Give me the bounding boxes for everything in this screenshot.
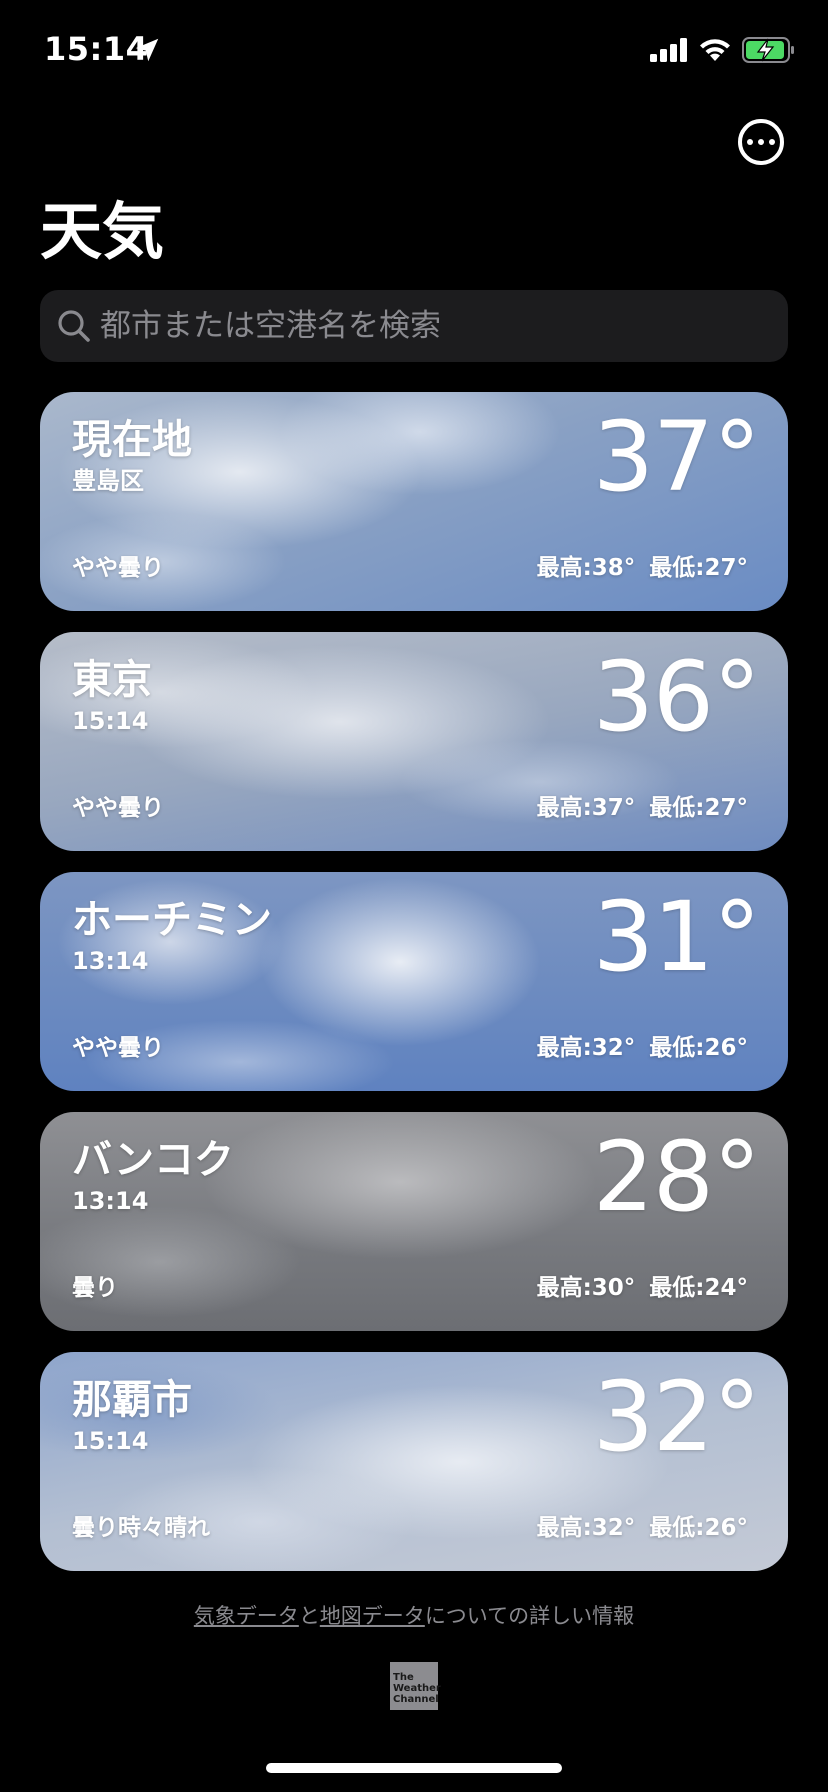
city-name: 那覇市 (72, 1377, 192, 1423)
city-high: 最高:37° (536, 795, 636, 821)
city-high-low: 最高:32° 最低:26° (537, 1513, 748, 1543)
city-card-tokyo[interactable]: 東京 15:14 36° やや曇り 最高:37° 最低:27° (40, 632, 788, 851)
city-name: 東京 (72, 657, 152, 703)
city-low: 最低:26° (649, 1515, 748, 1541)
city-low: 最低:27° (649, 795, 748, 821)
city-high: 最高:30° (536, 1275, 636, 1301)
city-card-current-location[interactable]: 現在地 豊島区 37° やや曇り 最高:38° 最低:27° (40, 392, 788, 611)
city-high: 最高:32° (536, 1035, 636, 1061)
city-high: 最高:32° (536, 1515, 636, 1541)
status-indicators (650, 34, 796, 66)
city-high-low: 最高:32° 最低:26° (537, 1033, 748, 1063)
more-options-button[interactable] (738, 119, 784, 165)
ellipsis-circle-icon (747, 139, 753, 145)
weather-data-link[interactable]: 気象データ (194, 1604, 299, 1628)
ellipsis-dot (758, 139, 764, 145)
wifi-icon (700, 39, 730, 61)
footer-connector: と (298, 1604, 320, 1628)
city-subtitle: 15:14 (72, 707, 149, 735)
logo-line: Weather (393, 1683, 441, 1694)
city-card-naha[interactable]: 那覇市 15:14 32° 曇り時々晴れ 最高:32° 最低:26° (40, 1352, 788, 1571)
city-high-low: 最高:38° 最低:27° (537, 553, 748, 583)
city-high-low: 最高:37° 最低:27° (537, 793, 748, 823)
city-card-bangkok[interactable]: バンコク 13:14 28° 曇り 最高:30° 最低:24° (40, 1112, 788, 1331)
the-weather-channel-logo[interactable]: The Weather Channel (390, 1662, 441, 1710)
city-name: ホーチミン (72, 897, 272, 943)
city-high-low: 最高:30° 最低:24° (537, 1273, 748, 1303)
city-subtitle: 15:14 (72, 1427, 149, 1455)
city-temperature: 32° (592, 1361, 761, 1473)
city-subtitle: 豊島区 (72, 467, 144, 495)
city-card-ho-chi-minh[interactable]: ホーチミン 13:14 31° やや曇り 最高:32° 最低:26° (40, 872, 788, 1091)
status-bar: 15:14 (0, 0, 828, 100)
city-high: 最高:38° (536, 555, 636, 581)
city-condition: やや曇り (72, 1035, 164, 1061)
cellular-signal-icon (650, 38, 687, 62)
logo-line: Channel (393, 1694, 439, 1705)
battery-charging-icon (742, 37, 794, 63)
city-temperature: 31° (592, 881, 761, 993)
search-input[interactable] (100, 290, 770, 362)
ellipsis-dot (769, 139, 775, 145)
location-arrow-icon (135, 38, 159, 62)
city-subtitle: 13:14 (72, 1187, 149, 1215)
search-bar[interactable] (40, 290, 788, 362)
city-low: 最低:24° (649, 1275, 748, 1301)
city-low: 最低:26° (649, 1035, 748, 1061)
city-list: 現在地 豊島区 37° やや曇り 最高:38° 最低:27° 東京 15:14 3… (40, 392, 788, 1592)
city-condition: やや曇り (72, 795, 164, 821)
search-icon (58, 310, 90, 342)
data-source-info: 気象データと地図データについての詳しい情報 (0, 1600, 828, 1630)
footer-suffix: についての詳しい情報 (424, 1604, 635, 1628)
city-temperature: 36° (592, 641, 761, 753)
city-temperature: 28° (592, 1121, 761, 1233)
city-subtitle: 13:14 (72, 947, 149, 975)
city-condition: やや曇り (72, 555, 164, 581)
city-low: 最低:27° (649, 555, 748, 581)
city-condition: 曇り (72, 1275, 118, 1301)
city-name: 現在地 (72, 417, 192, 463)
city-name: バンコク (72, 1137, 234, 1183)
map-data-link[interactable]: 地図データ (320, 1604, 425, 1628)
city-temperature: 37° (592, 401, 761, 513)
city-condition: 曇り時々晴れ (72, 1515, 210, 1541)
logo-line: The (393, 1672, 414, 1683)
page-title: 天気 (40, 195, 165, 268)
home-indicator[interactable] (266, 1763, 562, 1773)
